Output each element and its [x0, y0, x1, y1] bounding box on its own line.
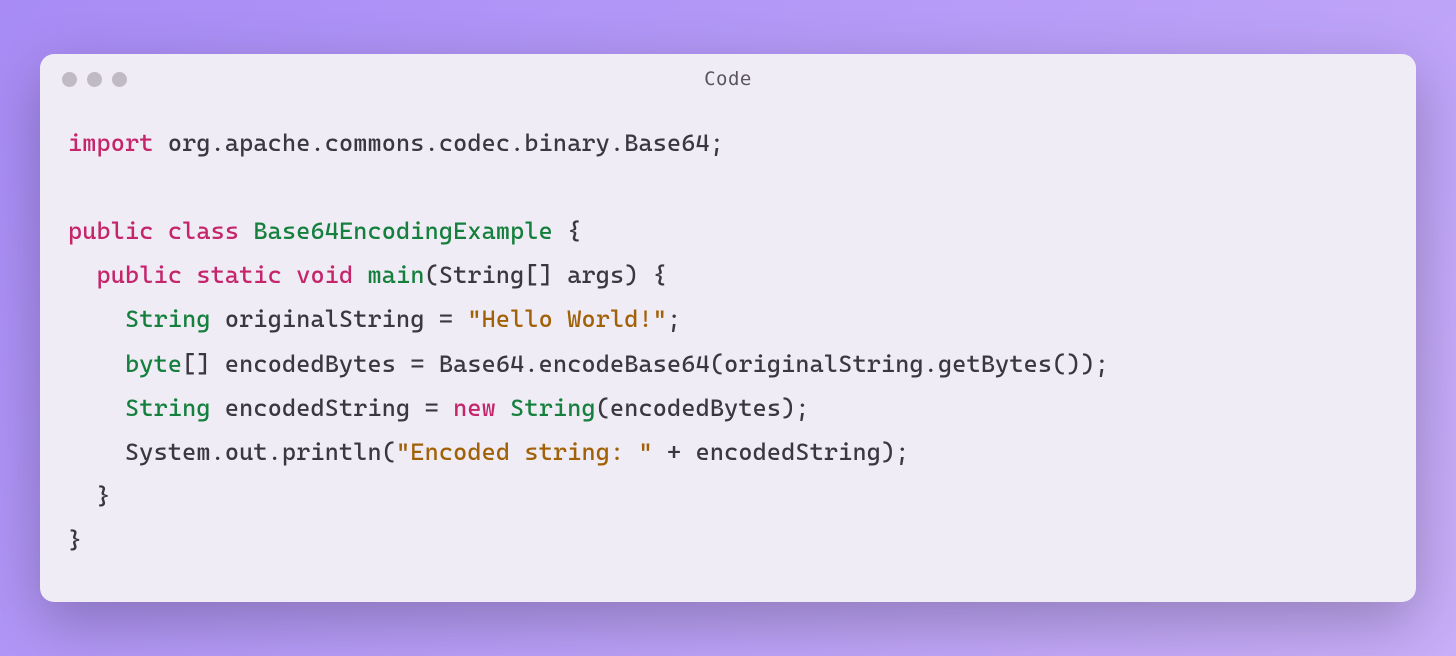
traffic-lights — [62, 72, 127, 87]
code-token — [68, 394, 125, 422]
code-token — [154, 217, 168, 245]
code-line: String encodedString = new String(encode… — [68, 386, 1388, 430]
code-token: (encodedBytes); — [596, 394, 810, 422]
code-window: Code import org.apache.commons.codec.bin… — [40, 54, 1416, 603]
code-line — [68, 165, 1388, 209]
code-token: originalString = — [211, 305, 468, 333]
code-token — [239, 217, 253, 245]
code-token: } — [68, 526, 82, 554]
code-token: encodedString = — [211, 394, 453, 422]
code-token: [] encodedBytes = Base64.encodeBase64(or… — [182, 350, 1109, 378]
maximize-icon[interactable] — [112, 72, 127, 87]
code-token — [68, 305, 125, 333]
code-token: main — [368, 261, 425, 289]
code-token — [182, 261, 196, 289]
code-token: String — [510, 394, 596, 422]
minimize-icon[interactable] — [87, 72, 102, 87]
code-token: void — [296, 261, 353, 289]
code-token — [496, 394, 510, 422]
code-token — [353, 261, 367, 289]
code-token: (String[] args) { — [425, 261, 667, 289]
code-line: public class Base64EncodingExample { — [68, 209, 1388, 253]
code-line: import org.apache.commons.codec.binary.B… — [68, 121, 1388, 165]
code-block[interactable]: import org.apache.commons.codec.binary.B… — [40, 97, 1416, 603]
code-line: String originalString = "Hello World!"; — [68, 297, 1388, 341]
code-token: class — [168, 217, 239, 245]
code-token: new — [453, 394, 496, 422]
code-line: byte[] encodedBytes = Base64.encodeBase6… — [68, 342, 1388, 386]
code-token: "Hello World!" — [467, 305, 667, 333]
code-token — [68, 261, 97, 289]
window-titlebar: Code — [40, 54, 1416, 97]
code-line: System.out.println("Encoded string: " + … — [68, 430, 1388, 474]
code-token: static — [196, 261, 282, 289]
code-token: } — [68, 482, 111, 510]
code-token: { — [553, 217, 582, 245]
code-token: String — [125, 305, 211, 333]
code-line: } — [68, 474, 1388, 518]
code-token — [68, 350, 125, 378]
code-token: public — [97, 261, 183, 289]
code-token: Base64EncodingExample — [253, 217, 553, 245]
window-title: Code — [40, 68, 1416, 90]
code-token: org.apache.commons.codec.binary.Base64; — [154, 129, 725, 157]
code-token: import — [68, 129, 154, 157]
code-token: byte — [125, 350, 182, 378]
code-line: } — [68, 518, 1388, 562]
code-line: public static void main(String[] args) { — [68, 253, 1388, 297]
code-token: public — [68, 217, 154, 245]
code-token: + encodedString); — [653, 438, 910, 466]
code-token: ; — [667, 305, 681, 333]
code-token: "Encoded string: " — [396, 438, 653, 466]
code-token — [282, 261, 296, 289]
code-token: String — [125, 394, 211, 422]
close-icon[interactable] — [62, 72, 77, 87]
code-token: System.out.println( — [68, 438, 396, 466]
